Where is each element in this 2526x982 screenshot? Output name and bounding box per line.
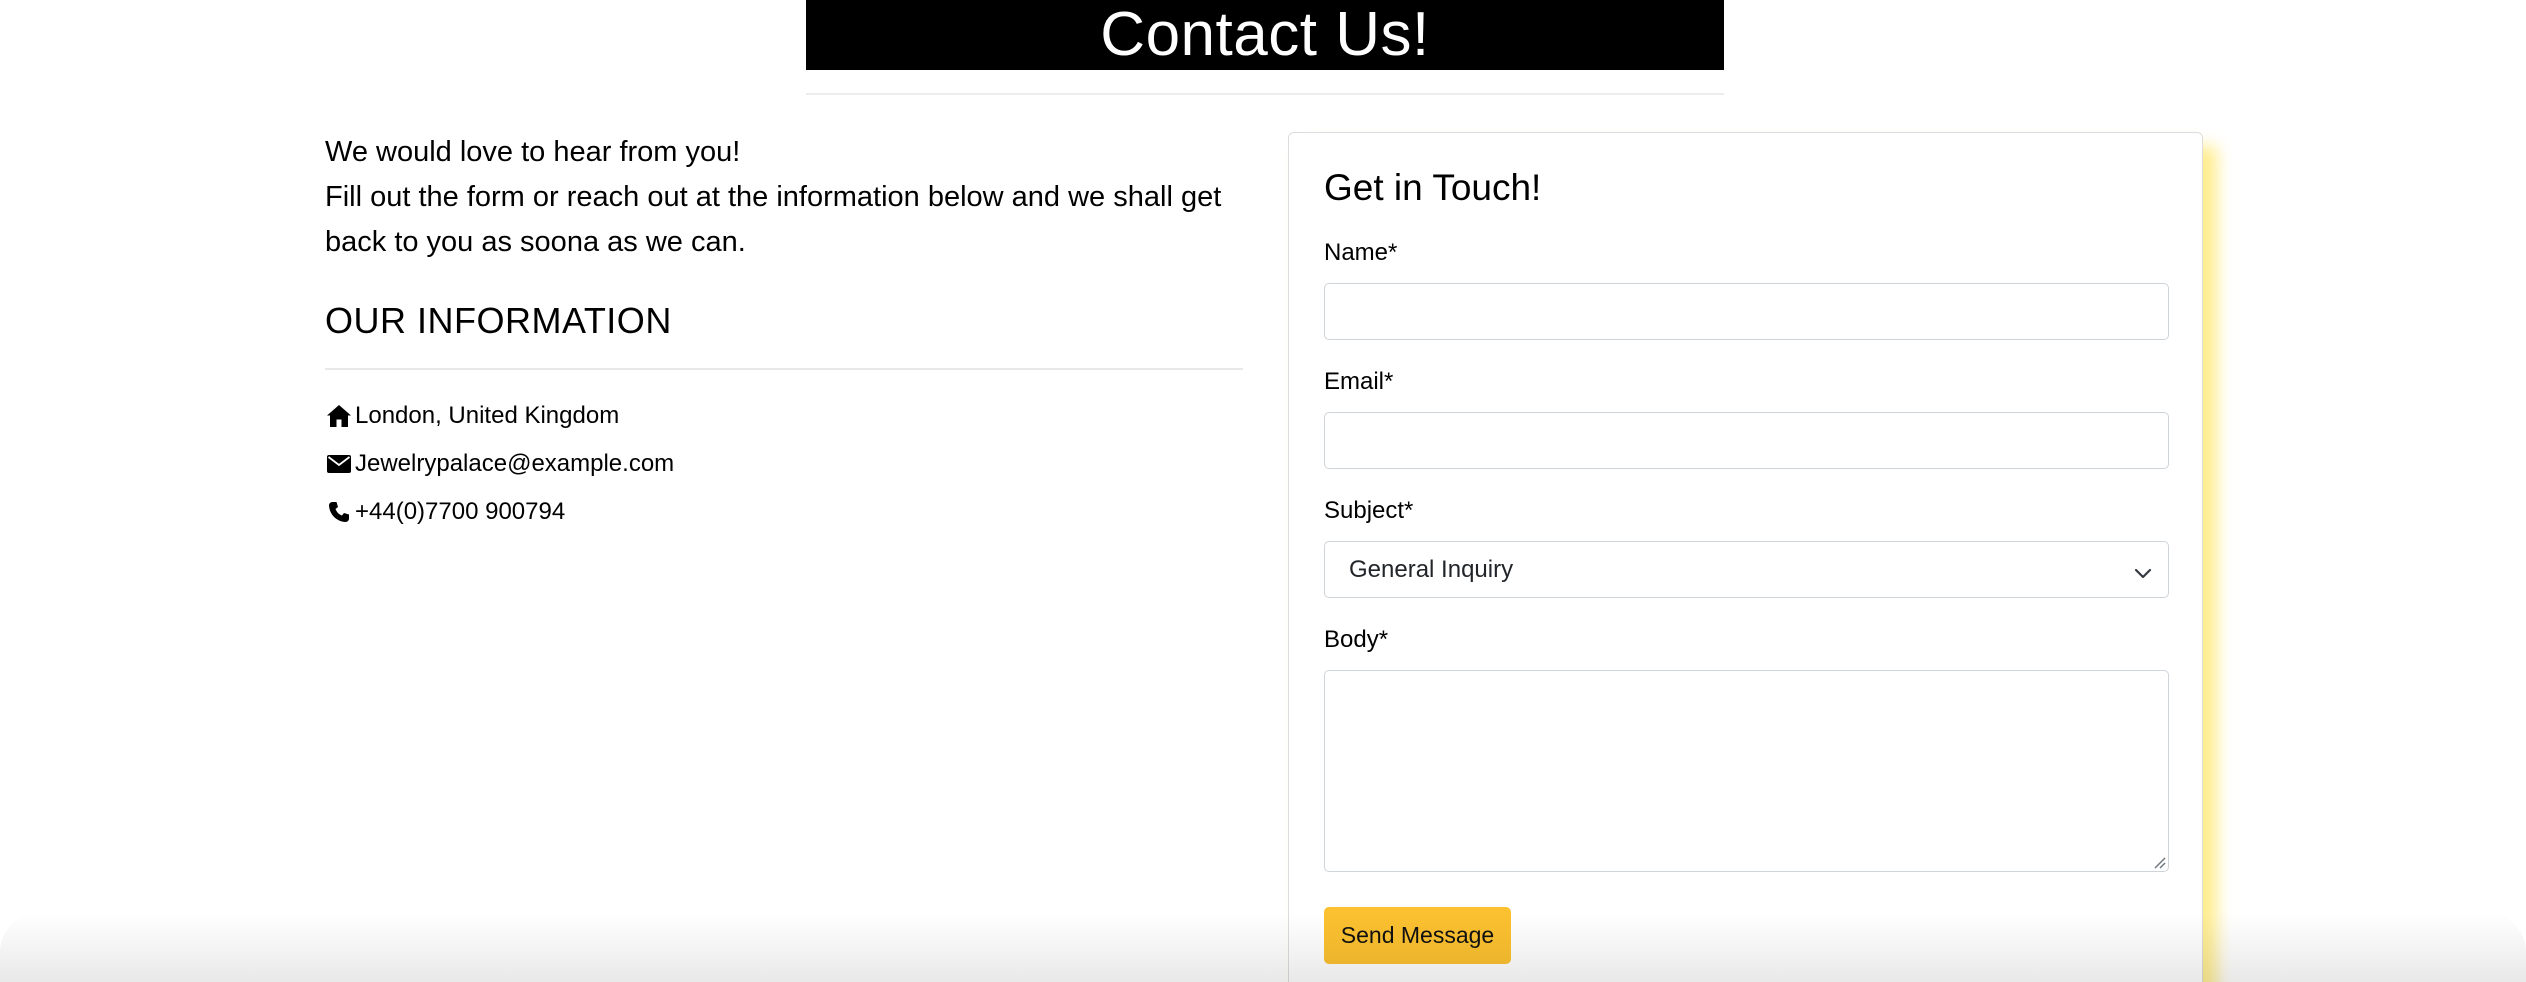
intro-line-2: Fill out the form or reach out at the in… [325, 181, 1222, 213]
subject-selected-value: General Inquiry [1349, 555, 1514, 583]
send-message-button[interactable]: Send Message [1324, 907, 1511, 964]
form-title: Get in Touch! [1324, 167, 1542, 208]
body-label: Body* [1324, 626, 1389, 653]
title-divider [806, 93, 1724, 95]
info-item-label: Jewelrypalace@example.com [355, 450, 675, 477]
info-item-label: +44(0)7700 900794 [355, 498, 566, 525]
intro-line-3: back to you as soona as we can. [325, 226, 746, 258]
contact-page: Contact Us! We would love to hear from y… [0, 0, 2526, 982]
info-heading: OUR INFORMATION [325, 300, 672, 341]
subject-select[interactable]: General Inquiry [1324, 541, 2169, 598]
info-item-label: London, United Kingdom [355, 402, 620, 429]
info-list: London, United Kingdom Jewelrypalace@exa… [325, 392, 674, 536]
email-label: Email* [1324, 368, 1394, 395]
info-item-email: Jewelrypalace@example.com [325, 440, 674, 488]
info-divider [325, 368, 1243, 370]
name-label: Name* [1324, 239, 1398, 266]
info-item-phone: +44(0)7700 900794 [325, 488, 674, 536]
page-title: Contact Us! [806, 0, 1724, 70]
intro-line-1: We would love to hear from you! [325, 136, 741, 168]
contact-form-card: Get in Touch! Name* Email* Subject* Gene… [1288, 132, 2203, 982]
resize-handle-icon[interactable] [2152, 855, 2166, 869]
envelope-icon [325, 450, 353, 478]
email-input[interactable] [1324, 412, 2169, 469]
subject-label: Subject* [1324, 497, 1414, 524]
body-textarea[interactable] [1324, 670, 2169, 872]
chevron-down-icon [2134, 561, 2152, 579]
home-icon [325, 402, 353, 430]
info-item-address: London, United Kingdom [325, 392, 674, 440]
phone-icon [325, 498, 353, 526]
info-column: We would love to hear from you! Fill out… [325, 130, 1243, 525]
name-input[interactable] [1324, 283, 2169, 340]
